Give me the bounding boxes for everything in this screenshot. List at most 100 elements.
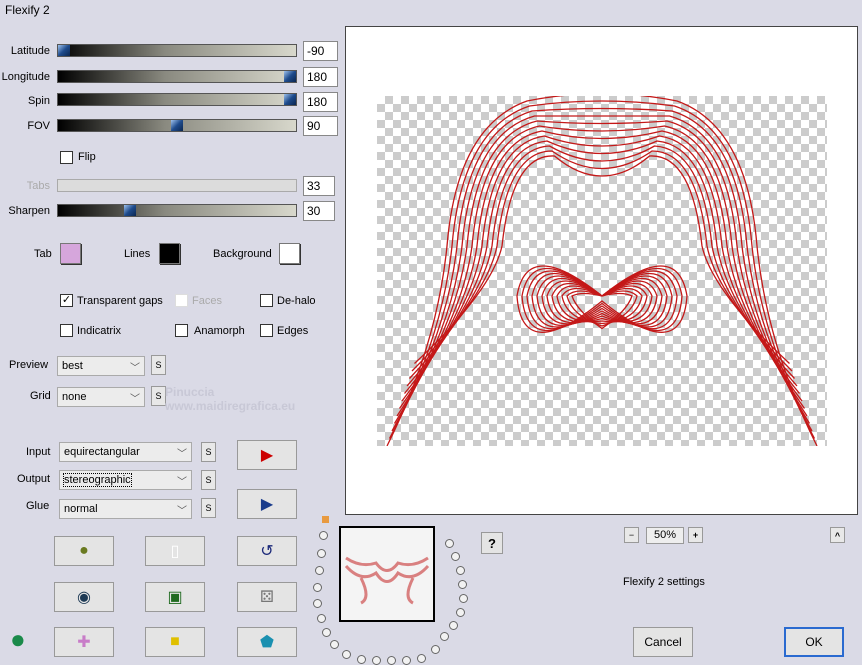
zoom-in-button[interactable]: + — [688, 527, 703, 543]
indicatrix-checkbox[interactable] — [60, 324, 73, 337]
thumbnail-graphic — [344, 556, 430, 605]
chevron-down-icon: ﹀ — [130, 394, 140, 405]
tab-color-swatch[interactable] — [60, 243, 81, 264]
window-title: Flexify 2 — [5, 3, 50, 17]
preset-circle[interactable] — [458, 580, 467, 589]
output-s-button[interactable]: S — [201, 470, 216, 490]
dice-icon: ⚄ — [260, 589, 274, 606]
faces-label: Faces — [192, 295, 222, 307]
ok-button[interactable]: OK — [784, 627, 844, 657]
output-select[interactable]: stereographic ﹀ — [59, 470, 192, 490]
preset-circle[interactable] — [449, 621, 458, 630]
preview-select[interactable]: best ﹀ — [57, 356, 145, 376]
random-button[interactable]: ● — [54, 536, 114, 566]
grid-label: Grid — [30, 390, 51, 402]
handle-icon[interactable] — [322, 516, 329, 523]
zoom-out-button[interactable]: − — [624, 527, 639, 543]
help-button[interactable]: ? — [481, 532, 503, 554]
ring-button[interactable]: ◉ — [54, 582, 114, 612]
input-select[interactable]: equirectangular ﹀ — [59, 442, 192, 462]
input-s-button[interactable]: S — [201, 442, 216, 462]
dehalo-label: De-halo — [277, 295, 316, 307]
preset-circle[interactable] — [387, 656, 396, 665]
preset-circle[interactable] — [459, 594, 468, 603]
preset-circle[interactable] — [440, 632, 449, 641]
preset-circle[interactable] — [357, 655, 366, 664]
slider-thumb[interactable] — [124, 205, 136, 216]
frame-button[interactable]: ▣ — [145, 582, 205, 612]
preset-circle[interactable] — [372, 656, 381, 665]
preset-circle[interactable] — [402, 656, 411, 665]
save-preset-button[interactable]: ▶ — [237, 489, 297, 519]
load-preset-button[interactable]: ▶ — [237, 440, 297, 470]
glue-s-button[interactable]: S — [201, 498, 216, 518]
preview-label: Preview — [9, 359, 49, 371]
gem-button[interactable]: ⬟ — [237, 627, 297, 657]
thumbnail-preview[interactable] — [339, 526, 435, 622]
preset-circle[interactable] — [313, 599, 322, 608]
preset-circle[interactable] — [322, 628, 331, 637]
anamorph-checkbox[interactable] — [175, 324, 188, 337]
latitude-slider[interactable] — [57, 44, 297, 57]
preset-circle[interactable] — [330, 640, 339, 649]
edges-checkbox[interactable] — [260, 324, 273, 337]
preview-s-button[interactable]: S — [151, 355, 166, 375]
undo-button[interactable]: ↺ — [237, 536, 297, 566]
help-icon: ? — [488, 535, 496, 551]
chevron-down-icon: ﹀ — [177, 506, 187, 517]
sharpen-slider[interactable] — [57, 204, 297, 217]
preset-circle[interactable] — [431, 645, 440, 654]
preview-panel[interactable] — [345, 26, 858, 515]
chevron-down-icon: ﹀ — [177, 449, 187, 460]
latitude-label: Latitude — [10, 45, 50, 57]
tabs-input[interactable]: 33 — [303, 176, 335, 196]
fov-input[interactable]: 90 — [303, 116, 338, 136]
brick-button[interactable]: ■ — [145, 627, 205, 657]
spin-input[interactable]: 180 — [303, 92, 338, 112]
preset-circle[interactable] — [317, 549, 326, 558]
slider-thumb[interactable] — [284, 71, 296, 82]
glue-select[interactable]: normal ﹀ — [59, 499, 192, 519]
dehalo-checkbox[interactable] — [260, 294, 273, 307]
sharpen-input[interactable]: 30 — [303, 201, 335, 221]
zoom-level: 50% — [646, 527, 684, 544]
expand-up-button[interactable]: ^ — [830, 527, 845, 543]
grid-s-button[interactable]: S — [151, 386, 166, 406]
glue-value: normal — [64, 503, 98, 515]
preset-circle[interactable] — [445, 539, 454, 548]
preset-circle[interactable] — [451, 552, 460, 561]
preset-circle[interactable] — [319, 531, 328, 540]
disc-save-icon: ▶ — [260, 496, 274, 513]
latitude-input[interactable]: -90 — [303, 41, 338, 61]
slider-thumb[interactable] — [284, 94, 296, 105]
input-value: equirectangular — [64, 446, 140, 458]
pages-icon: ▯ — [170, 543, 180, 560]
background-color-swatch[interactable] — [279, 243, 300, 264]
preview-image — [377, 92, 827, 447]
preset-circle[interactable] — [456, 566, 465, 575]
lines-color-swatch[interactable] — [159, 243, 180, 264]
longitude-slider[interactable] — [57, 70, 297, 83]
preset-circle[interactable] — [317, 614, 326, 623]
spin-slider[interactable] — [57, 93, 297, 106]
preset-circle[interactable] — [315, 566, 324, 575]
globe-icon: ● — [79, 542, 89, 559]
cross-button[interactable]: ✚ — [54, 627, 114, 657]
dice-button[interactable]: ⚄ — [237, 582, 297, 612]
faces-checkbox[interactable] — [175, 294, 188, 307]
sharpen-label: Sharpen — [8, 205, 50, 217]
preset-circle[interactable] — [313, 583, 322, 592]
tabs-slider[interactable] — [57, 179, 297, 192]
preset-circle[interactable] — [342, 650, 351, 659]
grid-select[interactable]: none ﹀ — [57, 387, 145, 407]
copy-button[interactable]: ▯ — [145, 536, 205, 566]
slider-thumb[interactable] — [171, 120, 183, 131]
transparent-gaps-checkbox[interactable]: ✓ — [60, 294, 73, 307]
flip-checkbox[interactable] — [60, 151, 73, 164]
slider-thumb[interactable] — [58, 45, 70, 56]
cancel-button[interactable]: Cancel — [633, 627, 693, 657]
preset-circle[interactable] — [456, 608, 465, 617]
spin-label: Spin — [27, 95, 50, 107]
fov-slider[interactable] — [57, 119, 297, 132]
longitude-input[interactable]: 180 — [303, 67, 338, 87]
